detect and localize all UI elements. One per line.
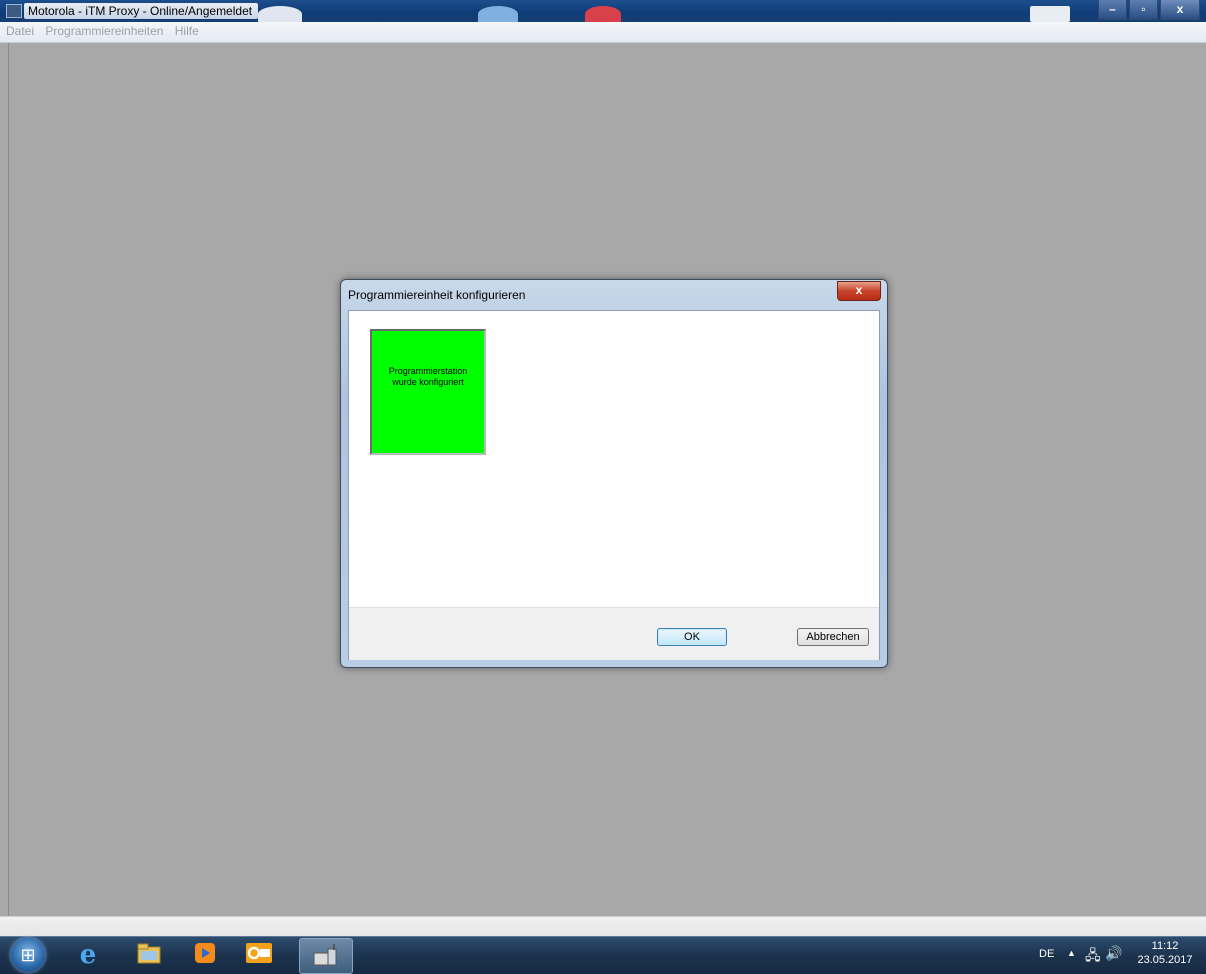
window-controls: – ▫ x (1096, 0, 1200, 20)
dialog-button-area: OK Abbrechen (349, 607, 879, 660)
menu-programmiereinheiten[interactable]: Programmiereinheiten (41, 22, 167, 40)
show-hidden-icons-icon[interactable]: ▲ (1067, 948, 1076, 958)
tile-text: Programmierstation wurde konfiguriert (378, 366, 478, 388)
status-bar (0, 916, 1206, 937)
file-explorer-icon[interactable] (135, 941, 163, 969)
menu-datei[interactable]: Datei (2, 22, 38, 40)
start-button[interactable]: ⊞ (11, 938, 45, 972)
background-blob (258, 6, 302, 22)
internet-explorer-icon[interactable]: e (74, 941, 102, 969)
background-blob (585, 6, 621, 22)
configure-dialog: Programmiereinheit konfigurieren x Progr… (340, 279, 888, 668)
itm-proxy-icon (313, 944, 337, 966)
taskbar: ⊞ e DE ▲ 🖧 🔊 11:12 23.05.2017 (0, 936, 1206, 974)
programming-station-tile[interactable]: Programmierstation wurde konfiguriert (370, 329, 486, 455)
network-icon[interactable]: 🖧 (1085, 945, 1101, 969)
dialog-content: Programmierstation wurde konfiguriert (349, 311, 879, 607)
menu-bar: Datei Programmiereinheiten Hilfe (0, 22, 1206, 43)
background-blob (478, 6, 518, 22)
itm-proxy-taskbar-button[interactable] (299, 938, 353, 974)
app-icon (6, 4, 22, 18)
background-blob (1030, 6, 1070, 22)
menu-hilfe[interactable]: Hilfe (171, 22, 203, 40)
dialog-title: Programmiereinheit konfigurieren (348, 288, 526, 302)
ok-button[interactable]: OK (657, 628, 727, 646)
dialog-close-button[interactable]: x (837, 281, 881, 301)
cancel-button[interactable]: Abbrechen (797, 628, 869, 646)
dialog-client-area: Programmierstation wurde konfiguriert OK… (348, 310, 880, 660)
volume-icon[interactable]: 🔊 (1105, 945, 1122, 962)
language-indicator[interactable]: DE (1039, 948, 1054, 960)
maximize-button[interactable]: ▫ (1129, 0, 1158, 20)
clock-date: 23.05.2017 (1137, 954, 1193, 966)
window-title: Motorola - iTM Proxy - Online/Angemeldet (24, 3, 259, 19)
minimize-button[interactable]: – (1098, 0, 1127, 20)
clock[interactable]: 11:12 23.05.2017 (1137, 939, 1193, 967)
media-player-icon[interactable] (191, 941, 219, 969)
tile-line-2: wurde konfiguriert (392, 377, 464, 387)
tile-line-1: Programmierstation (388, 366, 468, 376)
window-titlebar: Motorola - iTM Proxy - Online/Angemeldet… (0, 0, 1206, 22)
outlook-icon[interactable] (245, 941, 273, 969)
close-button[interactable]: x (1160, 0, 1200, 20)
clock-time: 11:12 (1151, 940, 1179, 952)
